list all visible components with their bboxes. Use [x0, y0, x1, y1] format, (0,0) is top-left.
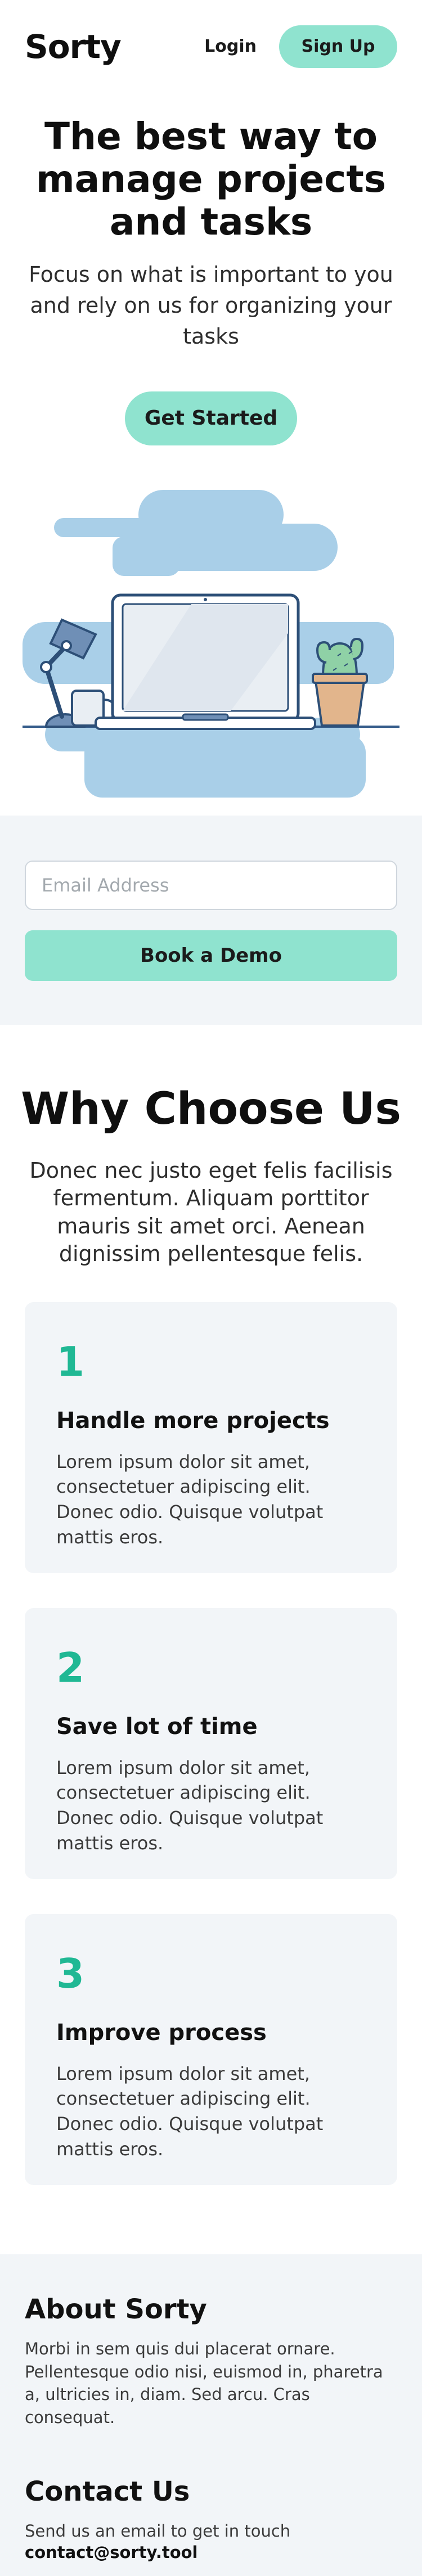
desk-illustration	[23, 489, 399, 798]
top-nav: Login Sign Up	[204, 25, 397, 68]
feature-title: Handle more projects	[56, 1407, 330, 1434]
features-section: Why Choose Us Donec nec justo eget felis…	[0, 1025, 422, 2220]
feature-number: 3	[56, 1949, 85, 1997]
laptop-icon	[95, 593, 316, 730]
feature-card: 2 Save lot of time Lorem ipsum dolor sit…	[25, 1607, 397, 1879]
hero-title: The best way to manage projects and task…	[35, 115, 387, 244]
features-subtitle: Donec nec justo eget felis facilisis fer…	[29, 1158, 393, 1267]
demo-form-section: Book a Demo	[0, 816, 422, 1025]
feature-text: Lorem ipsum dolor sit amet, consectetuer…	[56, 2062, 324, 2160]
site-footer: About Sorty Morbi in sem quis dui placer…	[0, 2254, 422, 2576]
book-demo-button[interactable]: Book a Demo	[25, 930, 397, 981]
feature-text: Lorem ipsum dolor sit amet, consectetuer…	[56, 1451, 324, 1548]
signup-button[interactable]: Sign Up	[279, 25, 397, 68]
login-link[interactable]: Login	[204, 37, 257, 56]
contact-text: Send us an email to get in touch	[25, 2521, 291, 2541]
feature-title: Improve process	[56, 2019, 267, 2046]
feature-card: 1 Handle more projects Lorem ipsum dolor…	[25, 1301, 397, 1573]
feature-number: 2	[56, 1643, 85, 1691]
feature-title: Save lot of time	[56, 1713, 258, 1740]
feature-text: Lorem ipsum dolor sit amet, consectetuer…	[56, 1757, 324, 1854]
about-title: About Sorty	[25, 2294, 207, 2325]
feature-cards: 1 Handle more projects Lorem ipsum dolor…	[0, 1301, 422, 2185]
get-started-button[interactable]: Get Started	[125, 391, 297, 445]
logo[interactable]: Sorty	[25, 28, 122, 66]
hero-section: The best way to manage projects and task…	[0, 93, 422, 802]
email-input[interactable]	[25, 861, 397, 910]
feature-number: 1	[56, 1337, 85, 1385]
contact-title: Contact Us	[25, 2476, 190, 2508]
feature-card: 3 Improve process Lorem ipsum dolor sit …	[25, 1913, 397, 2185]
hero-subtitle: Focus on what is important to you and re…	[29, 262, 393, 349]
site-header: Sorty Login Sign Up	[0, 0, 422, 93]
cactus-icon	[312, 637, 368, 727]
contact-email-link[interactable]: contact@sorty.tool	[25, 2543, 397, 2562]
about-text: Morbi in sem quis dui placerat ornare. P…	[25, 2339, 383, 2427]
features-title: Why Choose Us	[21, 1084, 401, 1134]
